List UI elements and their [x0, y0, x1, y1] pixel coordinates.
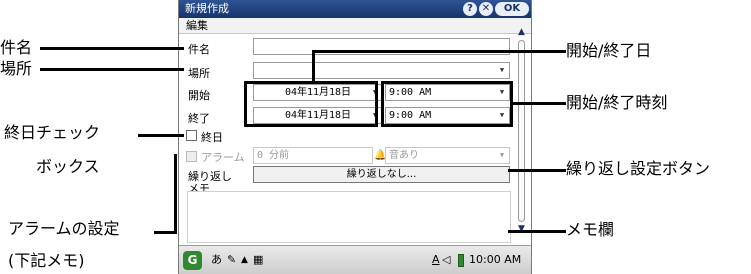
annotation-line-all-day [138, 134, 184, 137]
volume-icon[interactable]: ◁ [442, 252, 450, 268]
input-arrow-icon[interactable]: ▲ [241, 252, 248, 268]
annotation-start-end-date: 開始/終了日 [566, 41, 652, 60]
window-title: 新規作成 [185, 2, 229, 15]
annotation-subject: 件名 [0, 38, 33, 57]
pen-icon[interactable]: ✎ [227, 252, 236, 268]
alarm-sound-select[interactable]: 音あり ▼ [385, 147, 510, 164]
annotation-line-alarm-v [174, 154, 177, 234]
date-highlight-box [244, 81, 378, 127]
alarm-sound-value: 音あり [389, 150, 419, 161]
start-menu-icon[interactable]: G [183, 251, 202, 270]
menu-edit[interactable]: 編集 [186, 19, 208, 32]
location-input[interactable]: ▼ [253, 62, 510, 79]
alarm-label: アラーム [201, 151, 245, 164]
location-label: 場所 [188, 67, 210, 80]
annotation-line-subject [40, 47, 184, 50]
annotation-location: 場所 [0, 59, 33, 78]
memo-textarea[interactable] [187, 191, 511, 243]
annotation-recurrence: 繰り返し設定ボタン [566, 159, 711, 178]
scroll-up-icon[interactable]: ▲ [514, 26, 529, 39]
annotation-line-time [513, 102, 566, 105]
annotation-memo: メモ欄 [566, 220, 615, 239]
taskbar: G あ ✎ ▲ ▦ A ◁ 10:00 AM [179, 245, 531, 274]
chevron-down-icon[interactable]: ▼ [496, 64, 508, 77]
scroll-track[interactable] [518, 40, 525, 222]
end-label: 終了 [188, 112, 210, 125]
speaker-icon[interactable]: A [432, 252, 440, 268]
annotation-line-recurrence [508, 169, 566, 172]
input-mode-indicator[interactable]: あ [211, 252, 222, 268]
clock[interactable]: 10:00 AM [469, 252, 521, 268]
annotation-all-day-2: ボックス [36, 157, 100, 176]
subject-label: 件名 [188, 43, 210, 56]
annotation-line-date-h [312, 50, 566, 53]
ok-button[interactable]: OK [495, 2, 529, 16]
annotation-start-end-time: 開始/終了時刻 [566, 93, 668, 112]
recurrence-button[interactable]: 繰り返しなし... [253, 166, 510, 183]
battery-icon[interactable] [458, 254, 464, 267]
annotation-line-alarm-h [154, 231, 176, 234]
annotation-line-memo [508, 230, 566, 233]
alarm-minutes-input[interactable]: 0 分前 [253, 147, 373, 164]
help-icon[interactable]: ? [463, 2, 477, 16]
menu-bar: 編集 [179, 18, 531, 34]
annotation-alarm-2: (下記メモ) [8, 251, 85, 270]
annotation-line-date-v [312, 50, 315, 82]
title-bar: 新規作成 ? ✕ OK [179, 0, 531, 18]
calendar-icon[interactable]: ▦ [253, 252, 263, 268]
scrollbar[interactable]: ▲ ▼ [514, 26, 529, 236]
start-label: 開始 [188, 89, 210, 102]
alarm-checkbox[interactable] [186, 151, 197, 162]
annotation-line-location [40, 68, 184, 71]
time-highlight-box [381, 81, 513, 127]
device-screen: 新規作成 ? ✕ OK 編集 件名 場所 ▼ 開始 04年11月18日 ▼ 9:… [178, 0, 532, 274]
annotation-alarm-1: アラームの設定 [8, 219, 120, 238]
all-day-checkbox[interactable] [186, 130, 197, 141]
all-day-label: 終日 [201, 131, 223, 144]
annotation-all-day-1: 終日チェック [4, 123, 101, 142]
chevron-down-icon[interactable]: ▼ [496, 149, 508, 162]
close-icon[interactable]: ✕ [479, 2, 493, 16]
